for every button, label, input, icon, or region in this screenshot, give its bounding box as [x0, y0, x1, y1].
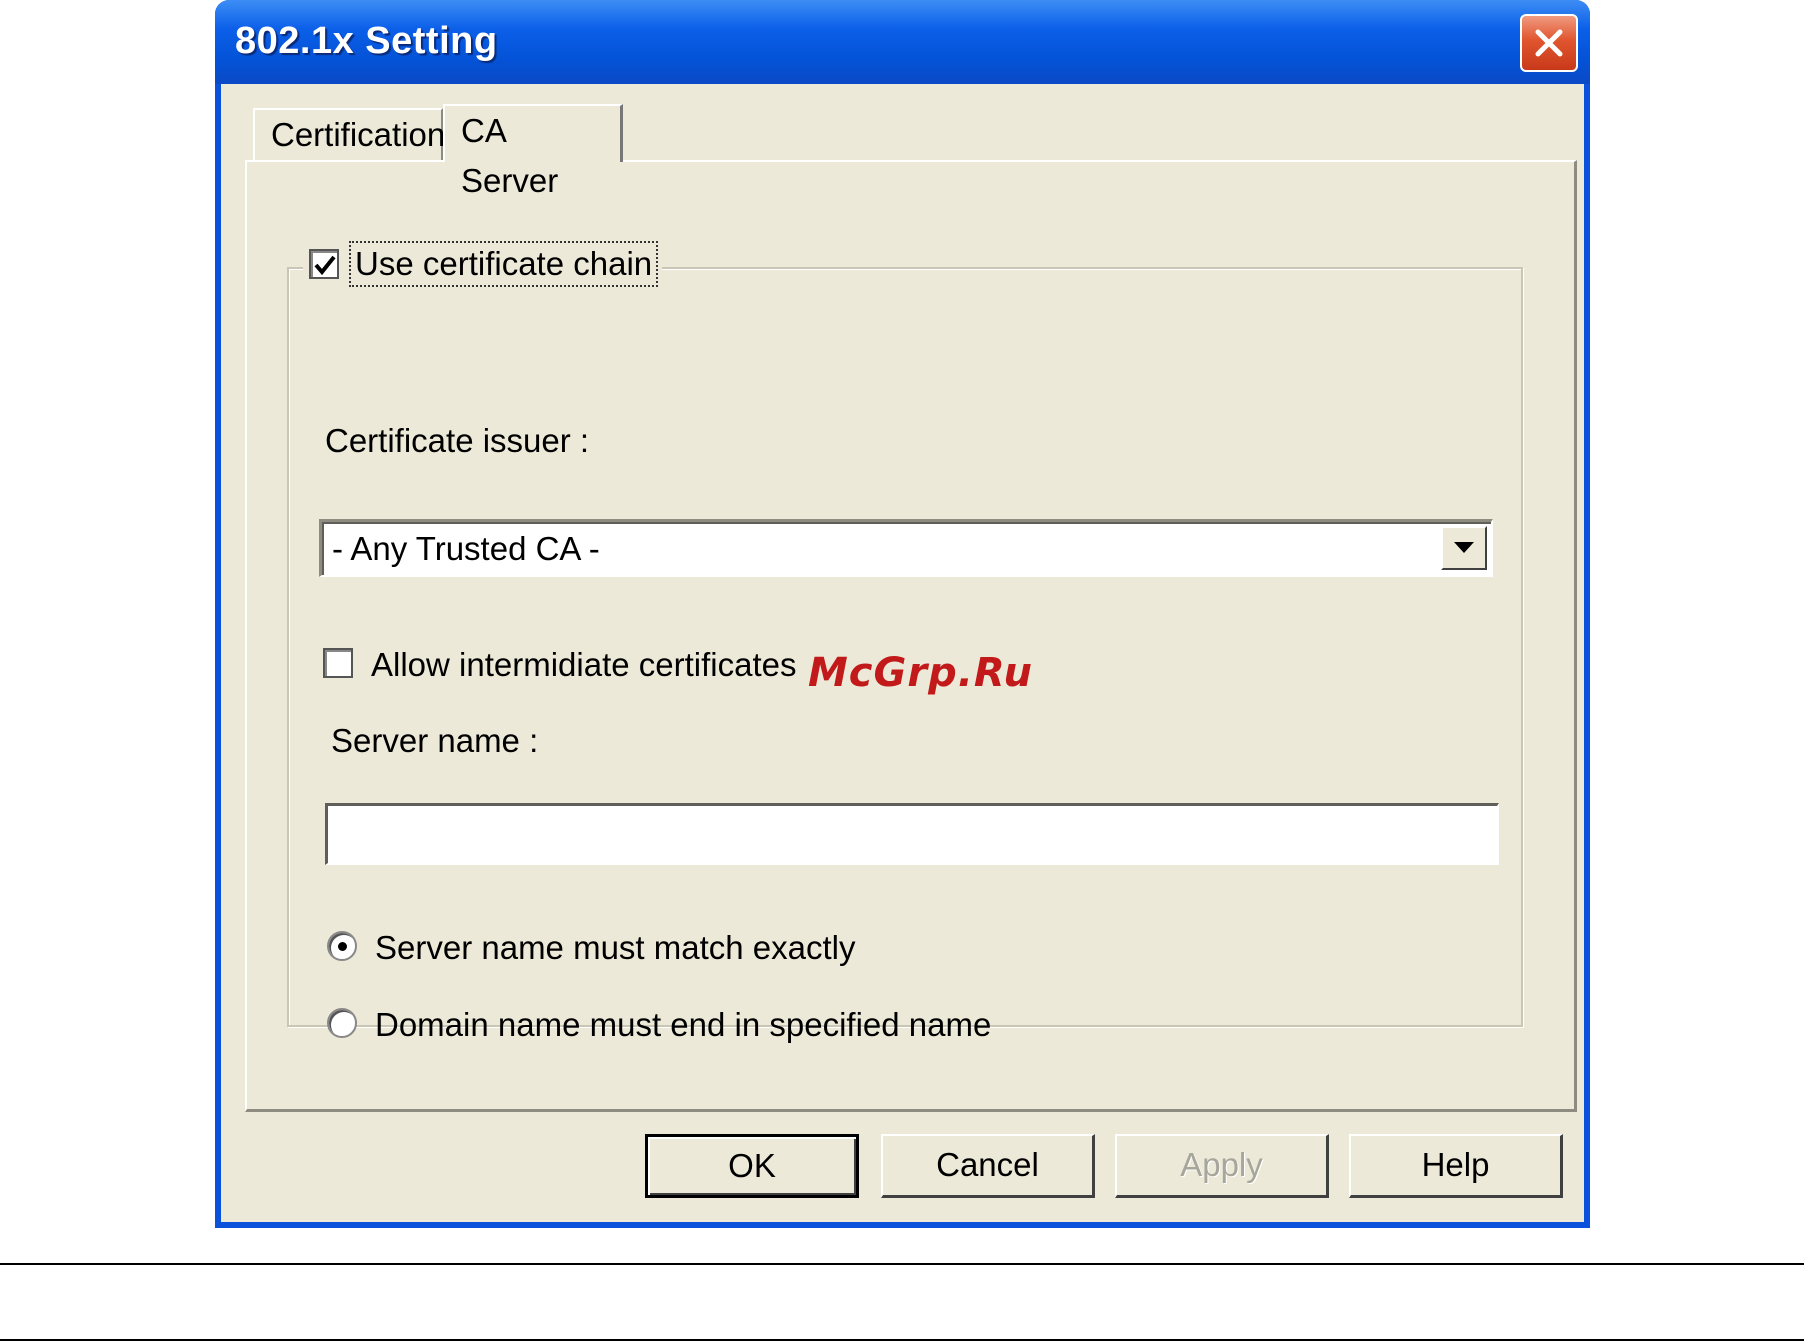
use-certificate-chain-label[interactable]: Use certificate chain [348, 241, 659, 287]
server-name-label: Server name : [331, 722, 539, 759]
dropdown-button[interactable] [1441, 526, 1487, 570]
title-bar[interactable]: 802.1x Setting [215, 0, 1590, 84]
radio-domain-end[interactable] [327, 1008, 357, 1038]
window-title: 802.1x Setting [235, 20, 498, 62]
checkmark-icon [314, 255, 336, 276]
use-certificate-chain-row[interactable]: Use certificate chain [303, 241, 663, 287]
ca-server-panel: Use certificate chain Certificate issuer… [245, 160, 1577, 1112]
ok-button[interactable]: OK [645, 1134, 859, 1198]
help-button[interactable]: Help [1349, 1134, 1563, 1198]
tab-ca-server[interactable]: CA Server [443, 104, 623, 199]
page-divider-bottom [0, 1339, 1804, 1341]
close-icon [1535, 29, 1563, 57]
radio-selected-dot [338, 942, 347, 951]
watermark-text: McGrp.Ru [808, 650, 1033, 696]
page-divider-top [0, 1263, 1804, 1265]
certificate-issuer-value: - Any Trusted CA - [332, 530, 600, 567]
chevron-down-icon [1454, 542, 1474, 553]
certificate-issuer-label: Certificate issuer : [325, 422, 590, 459]
cancel-button[interactable]: Cancel [881, 1134, 1095, 1198]
allow-intermediate-checkbox[interactable] [323, 648, 353, 678]
radio-match-exactly[interactable] [327, 931, 357, 961]
certificate-issuer-select[interactable]: - Any Trusted CA - [319, 519, 1493, 577]
radio-domain-end-label[interactable]: Domain name must end in specified name [375, 1006, 991, 1044]
allow-intermediate-label[interactable]: Allow intermidiate certificates [371, 646, 797, 684]
use-certificate-chain-checkbox[interactable] [309, 249, 339, 279]
tab-certification[interactable]: Certification [253, 108, 445, 160]
dialog-window: 802.1x Setting Certification CA Server U… [215, 0, 1590, 1228]
server-name-input[interactable] [325, 803, 1499, 865]
close-button[interactable] [1520, 14, 1578, 72]
apply-button[interactable]: Apply [1115, 1134, 1329, 1198]
radio-match-exactly-label[interactable]: Server name must match exactly [375, 929, 856, 967]
